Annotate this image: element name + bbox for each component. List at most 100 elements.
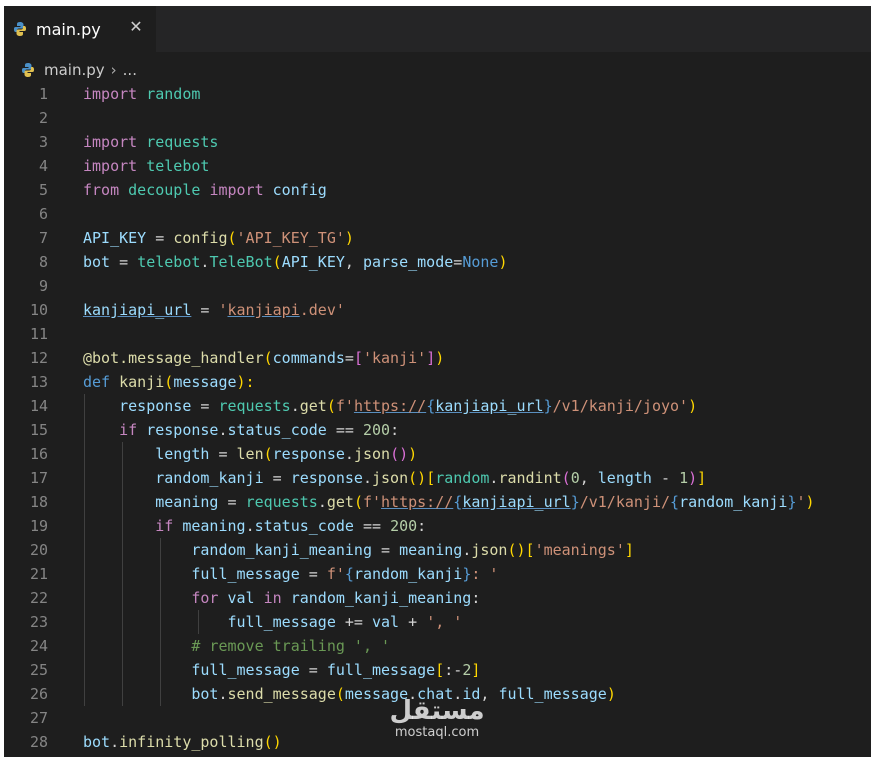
code-token: : [417,517,427,535]
line-number: 25 [29,661,48,679]
code-token: () [408,469,427,487]
code-text: full_message = full_message[:-2] [83,658,480,682]
code-token: import [209,181,264,199]
code-token: commands [272,349,345,367]
tab-bar: main.py ✕ [4,6,871,52]
code-token: response [272,445,345,463]
breadcrumb-file[interactable]: main.py [44,61,105,79]
line-number: 20 [29,541,48,559]
code-token: . [462,541,472,559]
code-token: ( [353,493,363,511]
code-line[interactable]: 2 [4,106,871,130]
code-line[interactable]: 11 [4,322,871,346]
code-line[interactable]: 24 # remove trailing ', ' [4,634,871,658]
code-token: ( [263,349,273,367]
code-token: [ [426,469,436,487]
code-token: @bot.message_handler [83,349,264,367]
code-token: = [344,349,354,367]
code-token: () [263,733,282,751]
code-token: message [173,373,237,391]
code-token: meaning [399,541,463,559]
line-number: 11 [29,325,48,343]
code-token: + [399,613,427,631]
code-token: length [155,445,210,463]
code-line[interactable]: 17 random_kanji = response.json()[random… [4,466,871,490]
code-line[interactable]: 13 def kanji(message): [4,370,871,394]
code-token: : [390,421,400,439]
line-number: 27 [29,709,48,727]
code-token: random_kanji [155,469,264,487]
code-token: f' [335,397,354,415]
code-token: . [110,733,120,751]
code-line[interactable]: 8 bot = telebot.TeleBot(API_KEY, parse_mo… [4,250,871,274]
code-line[interactable]: 21 full_message = f'{random_kanji}: ' [4,562,871,586]
line-number: 8 [38,253,48,271]
code-token: decouple [128,181,201,199]
code-line[interactable]: 5 from decouple import config [4,178,871,202]
code-token: ): [236,373,255,391]
code-token: += [335,613,372,631]
code-line[interactable]: 1 import random [4,82,871,106]
code-text: # remove trailing ', ' [83,634,390,658]
code-token: : [471,589,481,607]
code-line[interactable]: 4 import telebot [4,154,871,178]
code-line[interactable]: 16 length = len(response.json()) [4,442,871,466]
code-token: . [290,397,300,415]
code-line[interactable]: 15 if response.status_code == 200: [4,418,871,442]
code-token: ( [263,445,273,463]
code-token: = [299,661,327,679]
code-text: if meaning.status_code == 200: [83,514,426,538]
code-token: meaning [182,517,246,535]
line-number: 1 [38,85,48,103]
code-token: in [263,589,282,607]
code-line[interactable]: 7 API_KEY = config('API_KEY_TG') [4,226,871,250]
code-token: bot [83,253,111,271]
code-line[interactable]: 25 full_message = full_message[:-2] [4,658,871,682]
code-line[interactable]: 3 import requests [4,130,871,154]
code-token: 2 [462,661,472,679]
code-token: == [326,421,363,439]
tab-main-py[interactable]: main.py ✕ [4,6,156,52]
code-line[interactable]: 22 for val in random_kanji_meaning: [4,586,871,610]
close-icon[interactable]: ✕ [126,17,146,37]
code-token: , [344,253,363,271]
code-token: ' [796,493,806,511]
code-line[interactable]: 12 @bot.message_handler(commands=['kanji'… [4,346,871,370]
watermark-latin: mostaql.com [394,725,480,740]
code-token: json [353,445,391,463]
code-token: ) [688,469,698,487]
code-text: @bot.message_handler(commands=['kanji']) [83,346,444,370]
code-token: kanjiapi_url [462,493,571,511]
code-text: random_kanji_meaning = meaning.json()['m… [83,538,634,562]
code-token: = [218,493,246,511]
code-line[interactable]: 6 [4,202,871,226]
code-token: . [218,685,228,703]
line-number: 3 [38,133,48,151]
code-line[interactable]: 14 response = requests.get(f'https://{ka… [4,394,871,418]
code-line[interactable]: 20 random_kanji_meaning = meaning.json()… [4,538,871,562]
line-number: 16 [29,445,48,463]
code-token: status_code [227,421,327,439]
code-token: ] [426,349,436,367]
code-token: ( [272,253,282,271]
code-line[interactable]: 18 meaning = requests.get(f'https://{kan… [4,490,871,514]
breadcrumb-more[interactable]: ... [123,61,137,79]
code-line[interactable]: 10 kanjiapi_url = 'kanjiapi.dev' [4,298,871,322]
code-line[interactable]: 23 full_message += val + ', ' [4,610,871,634]
code-line[interactable]: 19 if meaning.status_code == 200: [4,514,871,538]
code-token: . [245,517,255,535]
code-token: kanjiapi_url [435,397,544,415]
code-token: . [344,445,354,463]
code-line[interactable]: 9 [4,274,871,298]
line-number: 17 [29,469,48,487]
